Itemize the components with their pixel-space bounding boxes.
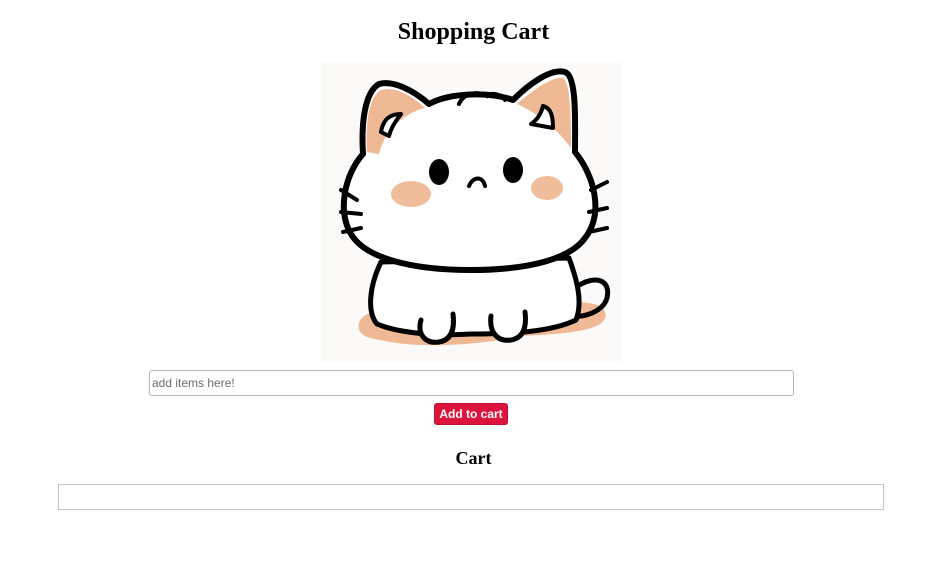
add-to-cart-button[interactable]: Add to cart xyxy=(434,403,508,425)
add-item-input[interactable] xyxy=(149,370,794,396)
page-title: Shopping Cart xyxy=(397,19,550,45)
cat-icon xyxy=(339,68,611,346)
cart-list xyxy=(58,484,884,510)
cart-heading: Cart xyxy=(455,448,492,468)
cat-illustration xyxy=(321,62,621,362)
